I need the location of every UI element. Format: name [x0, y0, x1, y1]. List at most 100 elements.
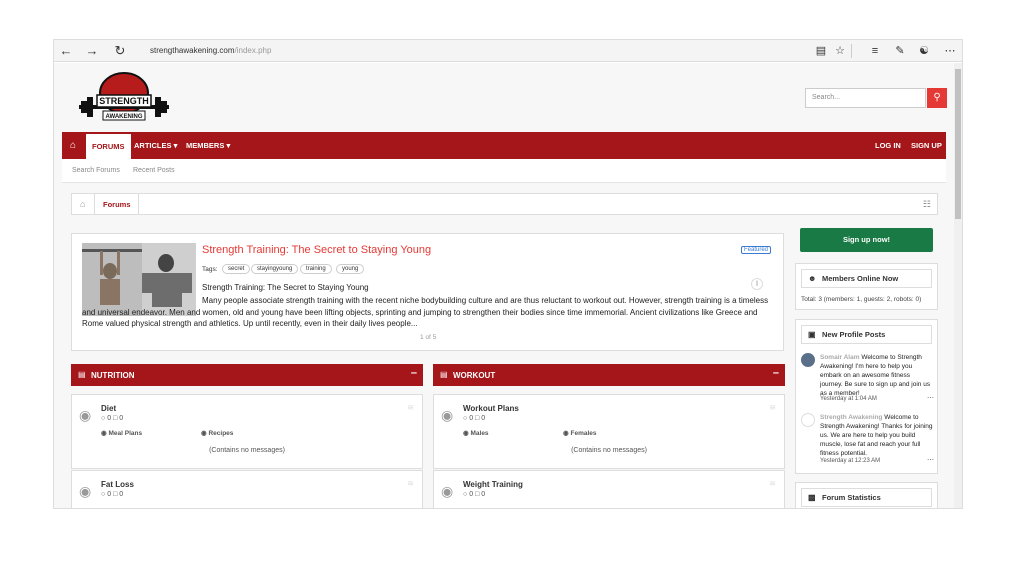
address-bar[interactable]: strengthawakening.com/index.php	[150, 46, 271, 55]
rss-icon[interactable]: ≋	[769, 403, 776, 412]
sitemap-icon[interactable]: ☷	[923, 199, 931, 210]
tag-chip[interactable]: young	[336, 264, 365, 274]
category-nutrition-header: ▤ NUTRITION –	[71, 364, 423, 386]
forward-icon[interactable]: →	[84, 43, 100, 59]
featured-title[interactable]: Strength Training: The Secret to Staying…	[202, 244, 431, 256]
subforum-icon: ◉	[563, 430, 569, 437]
site-logo[interactable]: STRENGTH AWAKENING	[79, 71, 169, 129]
avatar[interactable]	[801, 413, 815, 427]
collapse-icon[interactable]: –	[411, 367, 417, 379]
tab-articles-label: ARTICLES	[134, 141, 172, 150]
forum-name[interactable]: Fat Loss	[101, 480, 134, 489]
tab-members[interactable]: MEMBERS ▾	[186, 132, 230, 159]
subforum-label: Recipes	[208, 430, 234, 437]
recent-posts-link[interactable]: Recent Posts	[133, 167, 175, 174]
tag-chip[interactable]: secret	[222, 264, 251, 274]
rss-icon[interactable]: ≋	[769, 479, 776, 488]
post-time: Yesterday at 12:23 AM	[820, 458, 881, 464]
category-title[interactable]: NUTRITION	[91, 371, 135, 380]
back-icon[interactable]: ←	[58, 43, 74, 59]
avatar[interactable]	[801, 353, 815, 367]
more-icon[interactable]: ⋯	[942, 43, 958, 59]
subforum-link[interactable]: ◉ Meal Plans	[101, 429, 142, 437]
members-online-label: Members Online Now	[822, 274, 899, 283]
subforum-link[interactable]: ◉ Recipes	[201, 429, 233, 437]
subforum-icon: ◉	[201, 430, 207, 437]
forum-stats: ○ 0 □ 0	[101, 415, 124, 422]
signup-link[interactable]: SIGN UP	[911, 132, 942, 159]
category-title[interactable]: WORKOUT	[453, 371, 495, 380]
post-author[interactable]: Somair Alam	[820, 354, 860, 361]
chevron-down-icon: ▾	[173, 141, 178, 150]
search-icon[interactable]: ⚲	[927, 88, 947, 108]
forum-stats: ○ 0 □ 0	[463, 415, 486, 422]
profile-posts-title: ▣ New Profile Posts	[801, 325, 932, 344]
slider-pager: 1 of 5	[420, 334, 437, 341]
folder-icon: ▤	[78, 370, 86, 379]
subforum-icon: ◉	[101, 430, 107, 437]
search-input[interactable]: Search...	[805, 88, 926, 108]
message-count: 0	[481, 491, 486, 498]
tab-articles[interactable]: ARTICLES ▾	[134, 132, 177, 159]
forum-fat-loss: ◉ Fat Loss ○ 0 □ 0 ≋	[71, 470, 423, 508]
forum-diet: ◉ Diet ○ 0 □ 0 ≋ ◉ Meal Plans ◉ Recipes …	[71, 394, 423, 469]
home-icon[interactable]: ⌂	[80, 199, 85, 209]
forum-name[interactable]: Weight Training	[463, 480, 523, 489]
hub-icon[interactable]: ≡	[867, 43, 883, 59]
more-icon[interactable]: ⋯	[927, 394, 934, 402]
empty-note: (Contains no messages)	[209, 447, 285, 454]
rss-icon[interactable]: ≋	[407, 403, 414, 412]
tag-chip[interactable]: stayingyoung	[251, 264, 299, 274]
featured-article: Strength Training: The Secret to Staying…	[71, 233, 784, 351]
logo-line1: STRENGTH	[99, 96, 149, 106]
category-workout-header: ▤ WORKOUT –	[433, 364, 785, 386]
login-link[interactable]: LOG IN	[875, 132, 901, 159]
featured-subtitle: Strength Training: The Secret to Staying…	[202, 283, 369, 292]
toolbar-divider	[851, 44, 852, 58]
forum-name[interactable]: Workout Plans	[463, 404, 519, 413]
users-icon: ☻	[808, 274, 817, 283]
signup-now-button[interactable]: Sign up now!	[800, 228, 933, 252]
search-forums-link[interactable]: Search Forums	[72, 167, 120, 174]
thread-count: 0	[469, 415, 474, 422]
web-note-icon[interactable]: ✎	[892, 43, 908, 59]
post-text: Somair Alam Welcome to Strength Awakenin…	[820, 353, 934, 398]
url-main: strengthawakening.com	[150, 46, 235, 55]
message-count: 0	[119, 415, 124, 422]
featured-badge: Featured	[740, 246, 771, 254]
forum-statistics-title: ▩ Forum Statistics	[801, 488, 932, 507]
tab-forums[interactable]: FORUMS	[86, 134, 131, 159]
message-count: 0	[119, 491, 124, 498]
breadcrumb-divider	[138, 194, 139, 214]
tab-members-label: MEMBERS	[186, 141, 225, 150]
subforum-link[interactable]: ◉ Females	[563, 429, 597, 437]
post-author[interactable]: Strength Awakening	[820, 414, 882, 421]
reading-view-icon[interactable]: ▤	[813, 43, 829, 59]
logo-line2: AWAKENING	[105, 114, 142, 120]
page-content: STRENGTH AWAKENING Search... ⚲ ⌂ FORUMS …	[54, 63, 954, 508]
thread-count: 0	[107, 491, 112, 498]
rss-icon[interactable]: ≋	[407, 479, 414, 488]
refresh-icon[interactable]: ↻	[112, 43, 128, 59]
home-icon[interactable]: ⌂	[62, 132, 84, 159]
main-navbar: ⌂ FORUMS ARTICLES ▾ MEMBERS ▾ LOG IN SIG…	[62, 132, 946, 159]
bar-chart-icon: ▩	[808, 493, 816, 502]
forum-stats: ○ 0 □ 0	[101, 491, 124, 498]
collapse-icon[interactable]: –	[773, 367, 779, 379]
scroll-thumb[interactable]	[955, 69, 961, 219]
favorite-star-icon[interactable]: ☆	[832, 43, 848, 59]
members-online-title: ☻ Members Online Now	[801, 269, 932, 288]
browser-window: ← → ↻ strengthawakening.com/index.php ▤ …	[53, 39, 963, 509]
browser-toolbar: ← → ↻ strengthawakening.com/index.php ▤ …	[54, 40, 962, 62]
breadcrumb-forums[interactable]: Forums	[103, 200, 131, 209]
profile-posts-label: New Profile Posts	[822, 330, 886, 339]
pause-icon[interactable]: ‖	[751, 278, 763, 290]
chat-bubble-icon: ◉	[441, 483, 454, 499]
share-icon[interactable]: ☯	[916, 43, 932, 59]
tag-chip[interactable]: training	[300, 264, 332, 274]
subforum-link[interactable]: ◉ Males	[463, 429, 489, 437]
subforum-icon: ◉	[463, 430, 469, 437]
forum-name[interactable]: Diet	[101, 404, 116, 413]
scrollbar[interactable]	[954, 63, 962, 508]
more-icon[interactable]: ⋯	[927, 456, 934, 464]
